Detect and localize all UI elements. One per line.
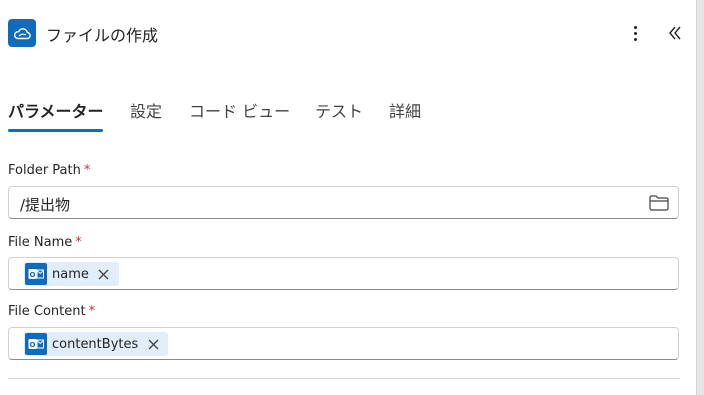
tab-code-view[interactable]: コード ビュー [189,98,290,122]
tab-parameters[interactable]: パラメーター [8,98,104,122]
token-label: contentBytes [52,336,139,352]
close-icon [98,269,109,279]
tab-test[interactable]: テスト [315,98,363,122]
collapse-panel-button[interactable] [664,20,686,46]
remove-token-button[interactable] [97,267,111,281]
file-name-input[interactable]: O name [8,257,679,290]
folder-path-input[interactable]: /提出物 [8,186,679,219]
tab-settings[interactable]: 設定 [130,98,162,122]
remove-token-button[interactable] [146,337,160,351]
svg-text:O: O [30,341,36,349]
dynamic-content-token[interactable]: O contentBytes [24,332,169,356]
page-title: ファイルの作成 [46,26,159,45]
double-chevron-left-icon [669,26,681,40]
folder-icon [649,195,669,211]
required-mark: * [83,163,91,178]
tab-details[interactable]: 詳細 [389,98,421,122]
outlook-icon: O [25,263,47,285]
cloud-icon [8,19,36,47]
section-divider [8,378,680,379]
outlook-icon: O [25,333,47,355]
token-label: name [52,266,89,282]
more-options-button[interactable] [624,20,646,46]
svg-text:O: O [30,271,36,279]
required-mark: * [88,304,96,319]
panel-edge-scrollbar [696,0,704,395]
required-mark: * [75,235,82,250]
panel-header: ファイルの作成 [0,0,696,66]
folder-path-value: /提出物 [20,196,71,214]
active-tab-indicator [8,129,103,132]
file-content-input[interactable]: O contentBytes [8,327,679,360]
file-content-label: File Content * [8,304,96,319]
more-vertical-icon [633,25,637,29]
folder-picker-button[interactable] [648,194,670,212]
folder-path-label: Folder Path * [8,163,91,178]
close-icon [148,339,159,349]
dynamic-content-token[interactable]: O name [24,262,119,286]
file-name-label: File Name * [8,235,82,250]
